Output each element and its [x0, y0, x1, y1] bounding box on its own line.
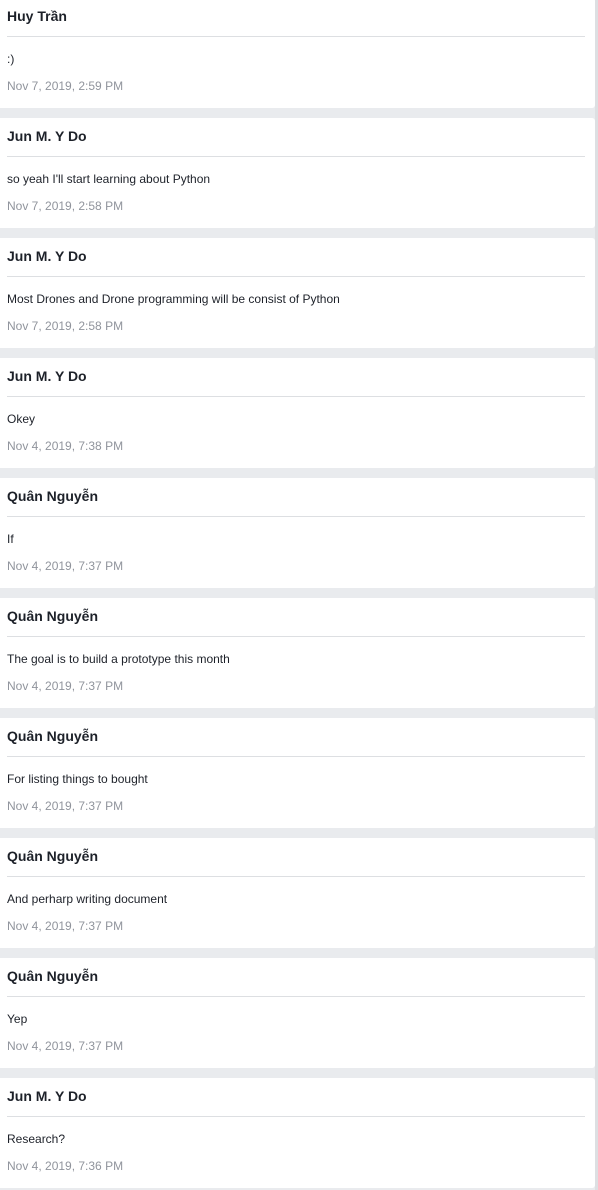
sender-name[interactable]: Jun M. Y Do: [7, 368, 87, 384]
sender-name[interactable]: Jun M. Y Do: [7, 1088, 87, 1104]
card-divider: [7, 36, 585, 37]
message-timestamp: Nov 4, 2019, 7:37 PM: [7, 1039, 124, 1053]
card-divider: [7, 276, 585, 277]
message-card: Jun M. Y Do Most Drones and Drone progra…: [0, 238, 595, 348]
sender-name[interactable]: Quân Nguyễn: [7, 968, 98, 984]
card-divider: [7, 1116, 585, 1117]
card-divider: [7, 636, 585, 637]
card-divider: [7, 876, 585, 877]
message-feed: Huy Trần :) Nov 7, 2019, 2:59 PM Jun M. …: [0, 0, 598, 1190]
sender-name[interactable]: Quân Nguyễn: [7, 608, 98, 624]
message-timestamp: Nov 7, 2019, 2:59 PM: [7, 79, 124, 93]
message-timestamp: Nov 4, 2019, 7:37 PM: [7, 919, 124, 933]
message-text: Okey: [7, 412, 36, 426]
message-card: Jun M. Y Do Okey Nov 4, 2019, 7:38 PM: [0, 358, 595, 468]
message-card: Quân Nguyễn For listing things to bought…: [0, 718, 595, 828]
message-card: Jun M. Y Do so yeah I'll start learning …: [0, 118, 595, 228]
message-text: :): [7, 52, 15, 66]
message-text: The goal is to build a prototype this mo…: [7, 652, 230, 666]
message-timestamp: Nov 7, 2019, 2:58 PM: [7, 199, 124, 213]
message-timestamp: Nov 7, 2019, 2:58 PM: [7, 319, 124, 333]
card-divider: [7, 516, 585, 517]
message-text: For listing things to bought: [7, 772, 148, 786]
message-card: Quân Nguyễn The goal is to build a proto…: [0, 598, 595, 708]
message-card: Quân Nguyễn And perharp writing document…: [0, 838, 595, 948]
message-text: Research?: [7, 1132, 66, 1146]
sender-name[interactable]: Jun M. Y Do: [7, 248, 87, 264]
message-card: Jun M. Y Do Research? Nov 4, 2019, 7:36 …: [0, 1078, 595, 1188]
card-divider: [7, 156, 585, 157]
message-timestamp: Nov 4, 2019, 7:38 PM: [7, 439, 124, 453]
message-text: If: [7, 532, 14, 546]
message-text: so yeah I'll start learning about Python: [7, 172, 211, 186]
sender-name[interactable]: Quân Nguyễn: [7, 848, 98, 864]
message-text: Yep: [7, 1012, 28, 1026]
message-card: Quân Nguyễn Yep Nov 4, 2019, 7:37 PM: [0, 958, 595, 1068]
message-text: Most Drones and Drone programming will b…: [7, 292, 340, 306]
sender-name[interactable]: Huy Trần: [7, 8, 67, 24]
sender-name[interactable]: Quân Nguyễn: [7, 488, 98, 504]
card-divider: [7, 756, 585, 757]
message-card: Huy Trần :) Nov 7, 2019, 2:59 PM: [0, 0, 595, 108]
message-timestamp: Nov 4, 2019, 7:37 PM: [7, 679, 124, 693]
message-timestamp: Nov 4, 2019, 7:37 PM: [7, 799, 124, 813]
message-card: Quân Nguyễn If Nov 4, 2019, 7:37 PM: [0, 478, 595, 588]
message-timestamp: Nov 4, 2019, 7:37 PM: [7, 559, 124, 573]
card-divider: [7, 996, 585, 997]
card-divider: [7, 396, 585, 397]
message-text: And perharp writing document: [7, 892, 168, 906]
message-timestamp: Nov 4, 2019, 7:36 PM: [7, 1159, 124, 1173]
sender-name[interactable]: Jun M. Y Do: [7, 128, 87, 144]
sender-name[interactable]: Quân Nguyễn: [7, 728, 98, 744]
